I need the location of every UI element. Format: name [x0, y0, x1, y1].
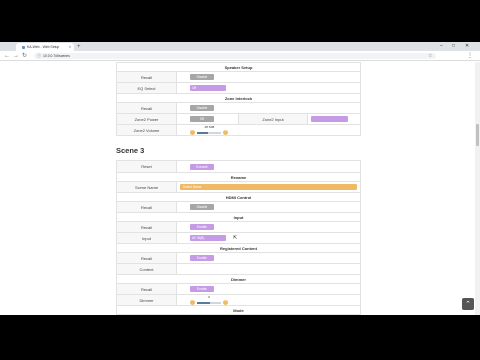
scene-heading: Scene 3 [116, 146, 145, 155]
section-title: Zone Interlock [117, 93, 360, 102]
row-label: Recall [117, 103, 177, 113]
settings-row: Zone2 Volume -35.5dB − + [117, 124, 360, 135]
back-to-top-button[interactable]: ⌃ [462, 298, 474, 310]
close-window-button[interactable]: ✕ [465, 42, 469, 50]
minimize-button[interactable]: – [440, 42, 443, 50]
section-title: Input [117, 212, 360, 221]
row-label: Recall [117, 202, 177, 212]
slider-fill [197, 131, 208, 134]
zone2-input-dropdown[interactable] [311, 116, 348, 122]
address-bar-row: ← → ↻ ⓘ 10.0.0.7/#/scenes ☆ ⋮ [0, 51, 480, 61]
row-label: Content [117, 264, 177, 274]
scrollbar-thumb[interactable] [476, 124, 479, 146]
mouse-cursor-icon: ⇱ [233, 235, 238, 241]
input-select-dropdown[interactable]: AV IN(B) [190, 235, 226, 241]
scene3-card: Reset Execute Rename Scene Name Scene Na… [116, 160, 361, 315]
bookmark-star-icon[interactable]: ☆ [428, 53, 432, 59]
speaker-setup-card: Speaker Setup Recall Disable EQ Select O… [116, 62, 361, 136]
reload-icon[interactable]: ↻ [22, 52, 27, 60]
row-label: Zone2 Input [238, 114, 308, 124]
row-label: Recall [117, 284, 177, 294]
settings-row: Recall Enable [117, 221, 360, 232]
scene-reset-button[interactable]: Execute [190, 163, 214, 170]
new-tab-button[interactable]: + [77, 43, 81, 51]
content-recall-button[interactable]: Enable [190, 255, 214, 261]
url-text[interactable]: 10.0.0.7/#/scenes [43, 54, 70, 58]
settings-row: Zone2 Power Off Zone2 Input [117, 113, 360, 124]
input-recall-button[interactable]: Enable [190, 224, 214, 230]
hdmi-recall-button[interactable]: Disable [190, 204, 214, 210]
page-content: Speaker Setup Recall Disable EQ Select O… [116, 62, 361, 315]
browser-tab[interactable]: KA-Web - Web Setup × [16, 43, 74, 51]
zone2-volume-slider[interactable]: -35.5dB − + [190, 124, 228, 135]
row-label: Zone2 Power [117, 114, 177, 124]
section-title: Dimmer [117, 274, 360, 283]
slider-value: 0 [208, 294, 210, 299]
settings-row: Dimmer 0 − + [117, 294, 360, 305]
row-label: Reset [117, 161, 177, 172]
info-icon[interactable]: ⓘ [37, 53, 41, 59]
row-label: EQ Select [117, 83, 177, 93]
row-label: Dimmer [117, 295, 177, 305]
tab-close-icon[interactable]: × [69, 45, 71, 49]
dimmer-recall-button[interactable]: Enable [190, 286, 214, 292]
plus-icon[interactable]: + [223, 299, 228, 305]
section-title: Mode [117, 305, 360, 314]
browser-menu-icon[interactable]: ⋮ [467, 52, 473, 60]
settings-row: Recall Disable [117, 71, 360, 82]
row-label: Scene Name [117, 182, 177, 192]
row-label: Recall [117, 253, 177, 263]
settings-row: Recall Enable [117, 252, 360, 263]
settings-row: Recall Disable [117, 102, 360, 113]
section-title: HDMI Control [117, 192, 360, 201]
minus-icon[interactable]: − [190, 129, 195, 135]
eq-select-dropdown[interactable]: Off [190, 85, 226, 91]
settings-row: Content [117, 263, 360, 274]
settings-row: EQ Select Off [117, 82, 360, 93]
scene-name-input[interactable]: Scene Name [180, 184, 357, 190]
settings-row: Recall Enable [117, 283, 360, 294]
tab-bar: KA-Web - Web Setup × + – □ ✕ [0, 42, 480, 51]
browser-window: KA-Web - Web Setup × + – □ ✕ ← → ↻ ⓘ 10.… [0, 42, 480, 315]
zone-recall-button[interactable]: Disable [190, 105, 214, 111]
plus-icon[interactable]: + [223, 129, 228, 135]
forward-icon[interactable]: → [13, 52, 19, 60]
settings-row: Input AV IN(B) ⇱ [117, 232, 360, 243]
speaker-recall-button[interactable]: Disable [190, 74, 214, 80]
row-label: Recall [117, 72, 177, 82]
row-label: Input [117, 233, 177, 243]
slider-track[interactable] [197, 301, 221, 304]
dimmer-slider[interactable]: 0 − + [190, 294, 228, 305]
back-icon[interactable]: ← [4, 52, 10, 60]
favicon-icon [22, 45, 25, 49]
row-label: Recall [117, 222, 177, 232]
slider-fill [197, 301, 211, 304]
page-scrollbar[interactable] [475, 62, 480, 315]
slider-track[interactable] [197, 131, 221, 134]
minus-icon[interactable]: − [190, 299, 195, 305]
maximize-button[interactable]: □ [452, 42, 455, 50]
settings-row: Scene Name Scene Name [117, 181, 360, 192]
settings-row: Recall Disable [117, 201, 360, 212]
zone2-power-button[interactable]: Off [190, 116, 214, 122]
settings-row: Reset Execute [117, 161, 360, 172]
slider-value: -35.5dB [203, 124, 215, 129]
section-title: Registered Content [117, 243, 360, 252]
tab-title: KA-Web - Web Setup [27, 45, 60, 49]
row-label: Zone2 Volume [117, 125, 177, 135]
section-title: Speaker Setup [117, 62, 360, 71]
section-title: Rename [117, 172, 360, 181]
address-bar[interactable]: ⓘ 10.0.0.7/#/scenes [34, 53, 436, 59]
